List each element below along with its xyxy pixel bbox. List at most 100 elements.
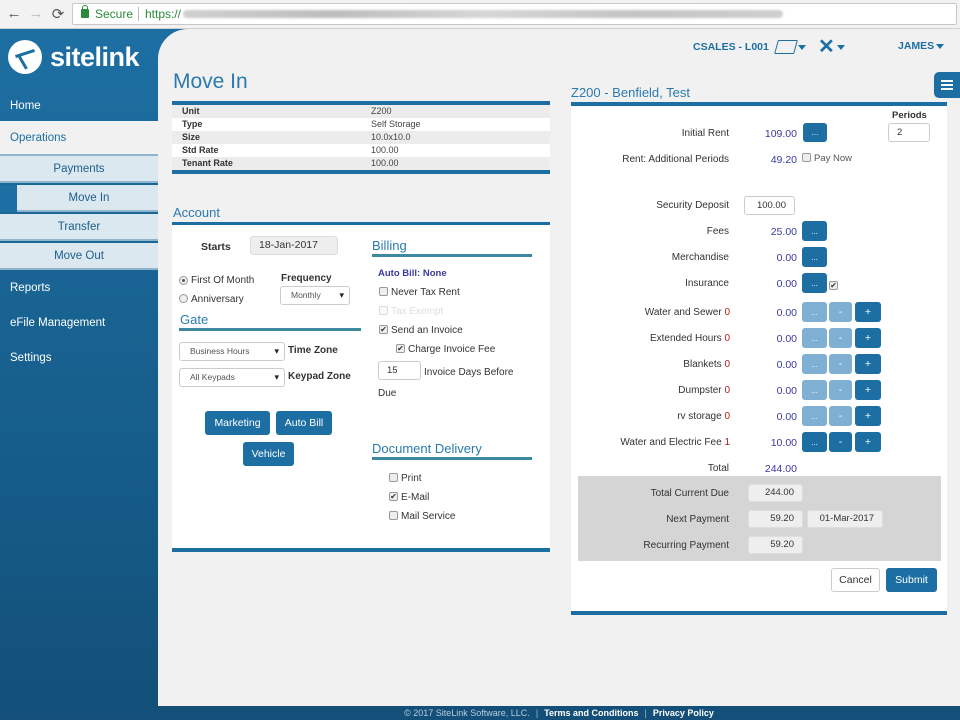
address-bar[interactable]: Secure https://	[72, 3, 957, 25]
reload-icon[interactable]: ⟳	[50, 5, 66, 23]
chevron-down-icon	[836, 44, 845, 50]
charge-decrement-button[interactable]: -	[829, 302, 852, 322]
time-zone-select[interactable]: Business Hours	[179, 342, 285, 361]
charge-decrement-button[interactable]: -	[829, 432, 852, 452]
keypad-zone-select[interactable]: All Keypads	[179, 368, 285, 387]
merchandise-label: Merchandise	[671, 252, 729, 263]
fees-label: Fees	[706, 226, 729, 237]
charge-name: Water and Electric Fee	[620, 437, 722, 448]
hamburger-icon	[941, 84, 953, 86]
frequency-label: Frequency	[281, 273, 332, 284]
tax-exempt-checkbox[interactable]	[379, 306, 388, 315]
charge-details-button[interactable]: ...	[802, 302, 827, 322]
charge-decrement-button[interactable]: -	[829, 406, 852, 426]
charge-decrement-button[interactable]: -	[829, 380, 852, 400]
recurring-payment-label: Recurring Payment	[643, 540, 729, 551]
charge-decrement-button[interactable]: -	[829, 354, 852, 374]
keypad-zone-label: Keypad Zone	[288, 371, 351, 382]
row-value: Z200	[371, 106, 392, 116]
next-payment-field: 59.20	[748, 510, 803, 528]
fees-details-button[interactable]: ...	[802, 221, 827, 241]
charge-label: Blankets 0	[600, 359, 730, 370]
vehicle-button[interactable]: Vehicle	[243, 442, 294, 466]
back-icon[interactable]: ←	[6, 5, 22, 22]
never-tax-rent-checkbox[interactable]	[379, 287, 388, 296]
lock-icon	[81, 5, 89, 18]
charge-label: Water and Sewer 0	[600, 307, 730, 318]
forward-icon[interactable]: →	[28, 5, 44, 22]
charge-decrement-button[interactable]: -	[829, 328, 852, 348]
mail-service-checkbox[interactable]	[389, 511, 398, 520]
anniversary-radio[interactable]	[179, 294, 188, 303]
charge-amount: 0.00	[776, 411, 797, 423]
total-value: 244.00	[764, 463, 797, 475]
anniversary-label: Anniversary	[191, 294, 244, 305]
table-row: Tenant Rate 100.00	[172, 157, 550, 170]
sidebar-item-settings[interactable]: Settings	[0, 341, 158, 376]
row-key: Size	[182, 132, 201, 142]
charge-details-button[interactable]: ...	[802, 406, 827, 426]
active-indicator	[0, 185, 17, 212]
merchandise-details-button[interactable]: ...	[802, 247, 827, 267]
charge-details-button[interactable]: ...	[802, 380, 827, 400]
charge-amount: 0.00	[776, 307, 797, 319]
sidebar-item-reports[interactable]: Reports	[0, 271, 158, 306]
pay-now-label: Pay Now	[814, 153, 853, 164]
sitelink-logo[interactable]: sitelink	[8, 37, 140, 77]
starts-label: Starts	[201, 241, 231, 253]
sidebar-item-operations[interactable]: Operations	[0, 121, 158, 156]
charge-label: rv storage 0	[600, 411, 730, 422]
row-key: Unit	[182, 106, 200, 116]
terms-link[interactable]: Terms and Conditions	[544, 708, 638, 718]
charge-increment-button[interactable]: +	[855, 302, 881, 322]
security-deposit-label: Security Deposit	[656, 200, 729, 211]
site-selector[interactable]: CSALES - L001	[693, 40, 806, 54]
tools-menu[interactable]: ✕	[818, 37, 845, 57]
charge-increment-button[interactable]: +	[855, 328, 881, 348]
tenant-heading: Z200 - Benfield, Test	[571, 85, 690, 100]
table-row: Size 10.0x10.0	[172, 131, 550, 144]
charge-details-button[interactable]: ...	[802, 354, 827, 374]
charge-qty: 0	[724, 411, 730, 422]
user-menu[interactable]: JAMES	[898, 40, 945, 52]
sidebar-item-efile-management[interactable]: eFile Management	[0, 306, 158, 341]
first-of-month-radio[interactable]	[179, 276, 188, 285]
initial-rent-details-button[interactable]: ...	[803, 123, 827, 142]
marketing-button[interactable]: Marketing	[205, 411, 270, 435]
privacy-link[interactable]: Privacy Policy	[653, 708, 714, 718]
periods-label: Periods	[892, 110, 927, 121]
charge-increment-button[interactable]: +	[855, 380, 881, 400]
security-deposit-input[interactable]: 100.00	[744, 196, 795, 215]
charge-qty: 0	[724, 359, 730, 370]
menu-toggle-button[interactable]	[934, 72, 960, 98]
charge-invoice-fee-checkbox[interactable]: ✔	[396, 344, 405, 353]
frequency-select[interactable]: Monthly	[280, 286, 350, 305]
sidebar-item-home[interactable]: Home	[0, 91, 158, 121]
charge-amount: 0.00	[776, 333, 797, 345]
row-key: Std Rate	[182, 145, 219, 155]
print-checkbox[interactable]	[389, 473, 398, 482]
pay-now-checkbox[interactable]	[802, 153, 811, 162]
charge-increment-button[interactable]: +	[855, 406, 881, 426]
send-invoice-checkbox[interactable]: ✔	[379, 325, 388, 334]
starts-date-field[interactable]: 18-Jan-2017	[250, 236, 338, 255]
insurance-details-button[interactable]: ...	[802, 273, 827, 293]
periods-input[interactable]: 2	[888, 123, 930, 142]
mail-service-label: Mail Service	[401, 511, 456, 522]
sidebar-subitem-move-in[interactable]: Move In	[0, 185, 158, 212]
charge-name: Blankets	[683, 359, 722, 370]
charge-increment-button[interactable]: +	[855, 432, 881, 452]
submit-button[interactable]: Submit	[886, 568, 937, 592]
sidebar-subitem-payments[interactable]: Payments	[0, 156, 158, 183]
invoice-days-input[interactable]: 15	[378, 361, 421, 380]
insurance-checkbox[interactable]: ✔	[829, 281, 838, 290]
auto-bill-button[interactable]: Auto Bill	[276, 411, 332, 435]
sidebar-subitem-transfer[interactable]: Transfer	[0, 214, 158, 241]
email-checkbox[interactable]: ✔	[389, 492, 398, 501]
logo-text: sitelink	[50, 41, 140, 72]
charge-increment-button[interactable]: +	[855, 354, 881, 374]
sidebar-subitem-move-out[interactable]: Move Out	[0, 243, 158, 270]
cancel-button[interactable]: Cancel	[831, 568, 880, 592]
charge-details-button[interactable]: ...	[802, 432, 827, 452]
charge-details-button[interactable]: ...	[802, 328, 827, 348]
